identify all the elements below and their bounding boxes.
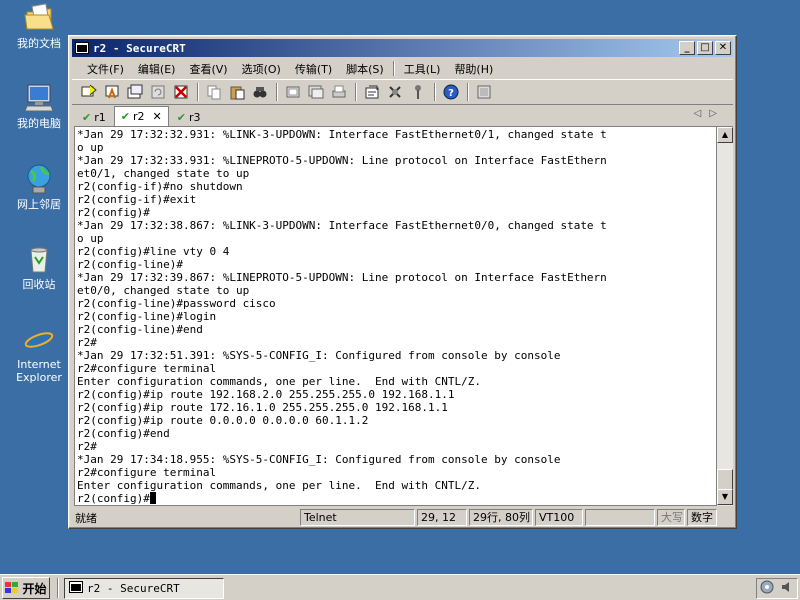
status-cursor-position: 29, 12	[417, 509, 467, 526]
quick-connect-icon[interactable]	[101, 82, 123, 102]
desktop-icon-label: 回收站	[22, 278, 56, 291]
print-selection-icon[interactable]	[305, 82, 327, 102]
toolbar-separator	[276, 83, 278, 101]
menu-tools[interactable]: 工具(L)	[397, 61, 448, 77]
reconnect-icon[interactable]	[147, 82, 169, 102]
securecrt-app-icon	[75, 42, 89, 54]
close-button[interactable]: ✕	[715, 41, 731, 55]
status-bar: 就绪 Telnet 29, 12 29行, 80列 VT100 大写 数字	[72, 508, 733, 527]
tray-network-icon[interactable]	[760, 580, 774, 597]
desktop-icon-label: Internet Explorer	[16, 358, 62, 384]
status-blank	[585, 509, 655, 526]
desktop-icon-network[interactable]: 网上邻居	[8, 163, 70, 211]
desktop-icon-label: 网上邻居	[17, 198, 61, 211]
tab-r2[interactable]: ✔ r2 ✕	[113, 106, 169, 126]
connect-icon[interactable]	[78, 82, 100, 102]
title-bar[interactable]: r2 - SecureCRT _ □ ✕	[72, 39, 733, 57]
tab-label: r2	[132, 110, 145, 123]
tab-scroll-arrows[interactable]: ◁▷	[694, 108, 725, 119]
terminal-prompt: r2(config)#	[77, 492, 150, 505]
desktop-icon-label: 我的文档	[17, 37, 61, 50]
connected-check-icon: ✔	[120, 110, 130, 123]
menu-edit[interactable]: 编辑(E)	[131, 61, 183, 77]
tab-label: r1	[94, 111, 106, 124]
internet-explorer-icon: e	[23, 323, 55, 358]
session-options-icon[interactable]	[361, 82, 383, 102]
folder-icon	[23, 2, 55, 34]
tray-volume-icon[interactable]	[780, 580, 794, 597]
menu-options[interactable]: 选项(O)	[235, 61, 288, 77]
menu-transfer[interactable]: 传输(T)	[288, 61, 339, 77]
toolbar: ?	[72, 79, 733, 105]
start-label: 开始	[22, 581, 47, 596]
toolbar-separator	[434, 83, 436, 101]
computer-icon	[23, 82, 55, 114]
status-emulation: VT100	[535, 509, 583, 526]
windows-flag-icon	[5, 582, 19, 594]
desktop-icon-label: 我的电脑	[17, 117, 61, 130]
toolbar-separator	[355, 83, 357, 101]
print-screen-icon[interactable]	[282, 82, 304, 102]
taskbar-separator	[57, 578, 59, 598]
desktop-icon-my-computer[interactable]: 我的电脑	[8, 82, 70, 130]
minimize-button[interactable]: _	[679, 41, 695, 55]
svg-text:?: ?	[448, 88, 454, 99]
find-icon[interactable]	[249, 82, 271, 102]
menu-bar: 文件(F) 编辑(E) 查看(V) 选项(O) 传输(T) 脚本(S) 工具(L…	[72, 59, 733, 78]
connected-check-icon: ✔	[176, 111, 186, 124]
terminal-output: *Jan 29 17:32:32.931: %LINK-3-UPDOWN: In…	[77, 128, 607, 505]
terminal-cursor	[149, 492, 156, 504]
session-tab-bar: ✔ r1 ✔ r2 ✕ ✔ r3 ◁▷	[72, 106, 733, 126]
help-icon[interactable]: ?	[440, 82, 462, 102]
scroll-down-button[interactable]: ▼	[717, 489, 733, 505]
print-icon[interactable]	[328, 82, 350, 102]
keymap-icon[interactable]	[407, 82, 429, 102]
menu-separator	[392, 61, 395, 76]
securecrt-window[interactable]: r2 - SecureCRT _ □ ✕ 文件(F) 编辑(E) 查看(V) 选…	[68, 35, 737, 529]
toolbar-separator	[197, 83, 199, 101]
terminal-scrollbar[interactable]: ▲ ▼	[717, 126, 733, 506]
tab-close-icon[interactable]: ✕	[153, 110, 162, 123]
recycle-bin-icon	[23, 243, 55, 275]
status-ready: 就绪	[75, 511, 97, 525]
menu-help[interactable]: 帮助(H)	[447, 61, 500, 77]
taskbar-item-label: r2 - SecureCRT	[87, 582, 180, 595]
securecrt-app-icon	[69, 581, 83, 596]
copy-icon[interactable]	[203, 82, 225, 102]
desktop-icon-recycle-bin[interactable]: 回收站	[8, 243, 70, 291]
tab-r3[interactable]: ✔ r3	[171, 109, 207, 126]
maximize-button[interactable]: □	[697, 41, 713, 55]
connect-in-tab-icon[interactable]	[124, 82, 146, 102]
status-num-lock: 数字	[687, 509, 717, 526]
scroll-up-button[interactable]: ▲	[717, 127, 733, 143]
disconnect-icon[interactable]	[170, 82, 192, 102]
network-globe-icon	[23, 163, 55, 195]
system-tray	[756, 578, 798, 599]
paste-icon[interactable]	[226, 82, 248, 102]
sftp-icon[interactable]	[473, 82, 495, 102]
status-caps-lock: 大写	[657, 509, 685, 526]
status-terminal-size: 29行, 80列	[469, 509, 533, 526]
connected-check-icon: ✔	[82, 111, 92, 124]
desktop-icon-ie[interactable]: e Internet Explorer	[8, 323, 70, 384]
menu-file[interactable]: 文件(F)	[80, 61, 131, 77]
status-protocol: Telnet	[300, 509, 415, 526]
taskbar-item-securecrt[interactable]: r2 - SecureCRT	[64, 578, 224, 599]
svg-text:e: e	[30, 323, 48, 355]
scroll-thumb[interactable]	[717, 469, 733, 491]
menu-script[interactable]: 脚本(S)	[339, 61, 391, 77]
start-button[interactable]: 开始	[2, 577, 50, 599]
tab-r1[interactable]: ✔ r1	[76, 109, 112, 126]
terminal-area[interactable]: *Jan 29 17:32:32.931: %LINK-3-UPDOWN: In…	[74, 126, 717, 506]
global-options-icon[interactable]	[384, 82, 406, 102]
taskbar: 开始 r2 - SecureCRT	[0, 574, 800, 600]
menu-view[interactable]: 查看(V)	[182, 61, 234, 77]
toolbar-separator	[467, 83, 469, 101]
window-title: r2 - SecureCRT	[93, 41, 186, 55]
tab-label: r3	[188, 111, 201, 124]
desktop-icon-my-documents[interactable]: 我的文档	[8, 2, 70, 50]
